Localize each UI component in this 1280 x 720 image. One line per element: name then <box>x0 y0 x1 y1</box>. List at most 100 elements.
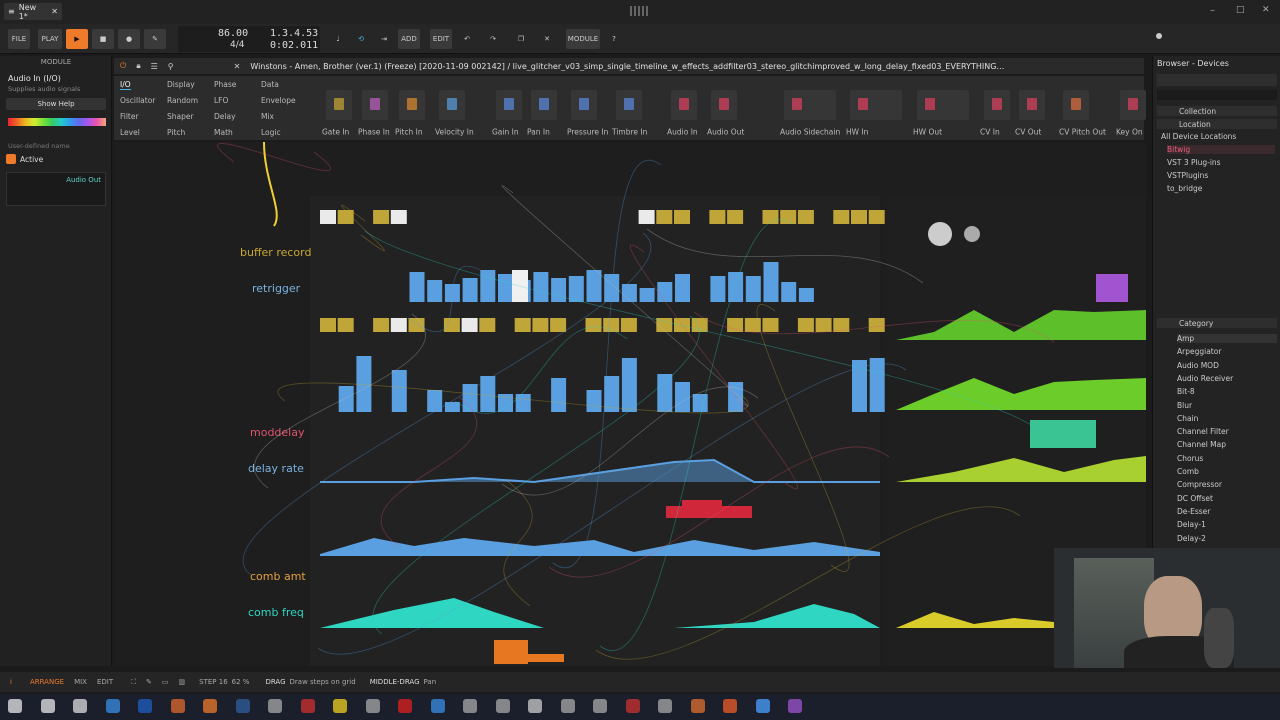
output-purple-block[interactable] <box>1096 274 1128 302</box>
step-cell[interactable] <box>762 318 779 332</box>
module-timbre-in-tile[interactable] <box>616 90 642 120</box>
taskbar-app-icon[interactable] <box>73 699 87 713</box>
step-cell[interactable] <box>373 318 390 332</box>
retrigger-bar[interactable] <box>551 278 567 302</box>
taskbar-app-icon[interactable] <box>268 699 282 713</box>
category-phase[interactable]: Phase <box>214 80 236 89</box>
category-data[interactable]: Data <box>261 80 279 89</box>
taskbar-app-icon[interactable] <box>138 699 152 713</box>
category-item[interactable]: Amp <box>1177 334 1277 343</box>
retrigger-bar[interactable] <box>427 280 443 302</box>
taskbar-app-icon[interactable] <box>495 699 510 713</box>
retrigger-bar[interactable] <box>568 276 584 302</box>
location-item[interactable]: VST 3 Plug-ins <box>1167 158 1221 167</box>
module-pan-in-tile[interactable] <box>531 90 557 120</box>
category-math[interactable]: Math <box>214 128 233 137</box>
module-velocity-in-tile[interactable] <box>439 90 465 120</box>
filter-knob[interactable] <box>928 222 952 246</box>
rate-bar[interactable] <box>869 358 885 412</box>
module-cv-in-tile[interactable] <box>984 90 1010 120</box>
record-button[interactable]: ● <box>118 29 140 49</box>
rate-bar[interactable] <box>586 390 602 412</box>
collection-header[interactable]: Collection <box>1157 106 1277 116</box>
step-cell[interactable] <box>320 318 336 332</box>
taskbar-app-icon[interactable] <box>235 699 250 713</box>
location-item[interactable]: All Device Locations <box>1161 132 1236 141</box>
step-cell[interactable] <box>797 318 814 332</box>
category-shaper[interactable]: Shaper <box>167 112 194 121</box>
mix-tab[interactable]: MIX <box>74 678 87 686</box>
location-header[interactable]: Location <box>1157 119 1277 129</box>
category-mix[interactable]: Mix <box>261 112 274 121</box>
retrigger-bar[interactable] <box>675 274 690 302</box>
module-pitch-in-tile[interactable] <box>399 90 425 120</box>
redo-icon[interactable]: ↷ <box>484 29 502 49</box>
search-icon[interactable]: ⚲ <box>168 62 174 71</box>
module-audio-in-tile[interactable] <box>671 90 697 120</box>
step-cell[interactable] <box>443 318 460 332</box>
step-cell[interactable] <box>727 318 744 332</box>
category-item[interactable]: Audio MOD <box>1177 361 1219 370</box>
category-random[interactable]: Random <box>167 96 198 105</box>
taskbar-app-icon[interactable] <box>365 699 380 713</box>
project-tab[interactable]: ≡ New 1* ✕ <box>4 3 62 21</box>
category-item[interactable]: Comb <box>1177 467 1199 476</box>
taskbar-app-icon[interactable] <box>40 699 55 713</box>
step-cell[interactable] <box>620 318 637 332</box>
output-green-block[interactable] <box>1030 420 1096 448</box>
retrigger-bar[interactable] <box>798 288 814 302</box>
module-button[interactable]: MODULE <box>566 29 600 49</box>
close-editor-icon[interactable]: ✕ <box>234 62 241 71</box>
file-button[interactable]: FILE <box>8 29 30 49</box>
step-cell[interactable] <box>815 318 832 332</box>
step-cell[interactable] <box>868 318 885 332</box>
retrigger-bar[interactable] <box>781 282 797 302</box>
category-item[interactable]: Arpeggiator <box>1177 347 1221 356</box>
taskbar-app-icon[interactable] <box>463 699 477 713</box>
module-gate-in-tile[interactable] <box>326 90 352 120</box>
category-item[interactable]: DC Offset <box>1177 494 1213 503</box>
taskbar-app-icon[interactable] <box>398 699 412 713</box>
taskbar-app-icon[interactable] <box>105 699 120 713</box>
module-gain-in-tile[interactable] <box>496 90 522 120</box>
step-cell[interactable] <box>337 318 354 332</box>
grid-editor[interactable]: buffer record retrigger moddelay delay rate… <box>114 142 1146 666</box>
category-envelope[interactable]: Envelope <box>261 96 296 105</box>
add-button[interactable]: ADD <box>398 29 420 49</box>
step-cell[interactable] <box>727 210 744 224</box>
metronome-icon[interactable]: ♩ <box>330 29 346 49</box>
retrigger-bar[interactable] <box>657 282 673 302</box>
category-pitch[interactable]: Pitch <box>167 128 185 137</box>
play-button[interactable]: ▶ <box>66 29 88 49</box>
rate-bar[interactable] <box>338 386 354 412</box>
retrigger-bar[interactable] <box>710 276 726 302</box>
maximize-icon[interactable]: □ <box>1236 5 1245 15</box>
audio-out-port[interactable]: Audio Out <box>6 172 106 206</box>
tempo[interactable]: 86.00 <box>218 28 248 39</box>
category-item[interactable]: De-Esser <box>1177 507 1210 516</box>
taskbar-app-icon[interactable] <box>755 699 770 713</box>
rate-bar[interactable] <box>657 374 673 412</box>
punch-icon[interactable]: ⇥ <box>376 29 392 49</box>
module-pressure-in-tile[interactable] <box>571 90 597 120</box>
expand-icon[interactable]: ⛶ <box>131 678 136 687</box>
edit-button[interactable]: EDIT <box>430 29 452 49</box>
arrange-tab[interactable]: ARRANGE <box>30 678 64 686</box>
close-window-icon[interactable]: ✕ <box>1262 5 1270 15</box>
module-key-on-tile[interactable] <box>1120 90 1146 120</box>
rate-bar[interactable] <box>621 358 637 412</box>
pencil-icon[interactable]: ✎ <box>146 678 152 686</box>
taskbar-app-icon[interactable] <box>430 699 445 713</box>
list-icon[interactable]: ☰ <box>151 62 158 71</box>
module-cv-pitch-out-tile[interactable] <box>1063 90 1089 120</box>
retrigger-bar[interactable] <box>498 274 513 302</box>
category-item[interactable]: Chorus <box>1177 454 1203 463</box>
taskbar-app-icon[interactable] <box>333 699 347 713</box>
play-mode-button[interactable]: PLAY <box>38 29 62 49</box>
module-hw-out-tile[interactable] <box>917 90 969 120</box>
info-icon[interactable]: i <box>10 678 12 686</box>
category-item[interactable]: Bit-8 <box>1177 387 1195 396</box>
step-cell[interactable] <box>638 210 655 224</box>
step-cell[interactable] <box>479 318 496 332</box>
category-lfo[interactable]: LFO <box>214 96 228 105</box>
